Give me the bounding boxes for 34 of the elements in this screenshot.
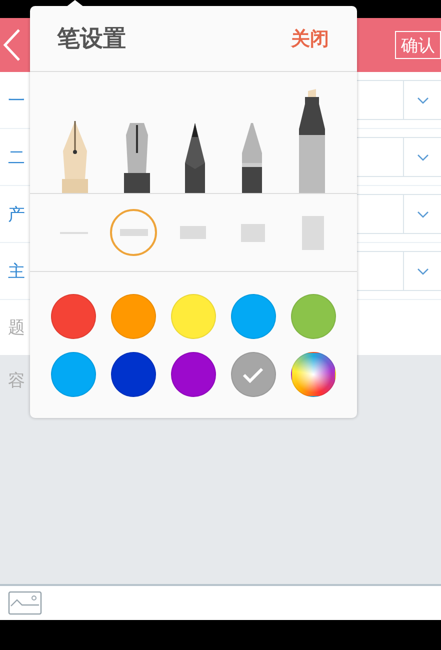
chevron-down-icon xyxy=(416,210,428,218)
color-swatch[interactable] xyxy=(170,352,216,397)
pencil-icon[interactable] xyxy=(184,123,206,193)
field-label: 主 xyxy=(8,260,25,282)
stroke-size-icon xyxy=(302,216,324,250)
color-swatch[interactable] xyxy=(230,352,276,397)
chevron-down-icon xyxy=(416,268,428,274)
check-icon xyxy=(242,366,264,382)
field-label: 产 xyxy=(8,204,25,226)
stroke-size-icon xyxy=(120,229,148,236)
field-label: 一 xyxy=(8,90,25,112)
confirm-button[interactable]: 确认 xyxy=(395,31,441,59)
color-swatch[interactable] xyxy=(230,294,276,339)
field-label: 二 xyxy=(8,146,25,168)
color-swatch[interactable] xyxy=(51,294,96,339)
fountain-pen-icon[interactable] xyxy=(124,123,150,193)
color-swatch[interactable] xyxy=(51,352,96,397)
color-picker-button[interactable] xyxy=(290,352,336,397)
chevron-down-icon xyxy=(416,96,428,104)
stroke-size-icon xyxy=(180,226,206,239)
popup-title: 笔设置 xyxy=(57,25,126,54)
close-button[interactable]: 关闭 xyxy=(291,26,329,52)
image-icon[interactable] xyxy=(8,591,42,615)
color-swatch[interactable] xyxy=(111,352,156,397)
color-swatch[interactable] xyxy=(290,294,336,339)
fountain-pen-icon[interactable] xyxy=(61,121,90,193)
back-icon[interactable] xyxy=(2,28,22,62)
color-swatch[interactable] xyxy=(111,294,156,339)
pen-icon[interactable] xyxy=(241,123,264,193)
chevron-down-icon xyxy=(416,154,428,160)
thickness-option[interactable] xyxy=(110,209,158,256)
color-swatch[interactable] xyxy=(170,294,216,339)
marker-icon[interactable] xyxy=(298,89,326,193)
stroke-size-icon xyxy=(241,224,266,242)
